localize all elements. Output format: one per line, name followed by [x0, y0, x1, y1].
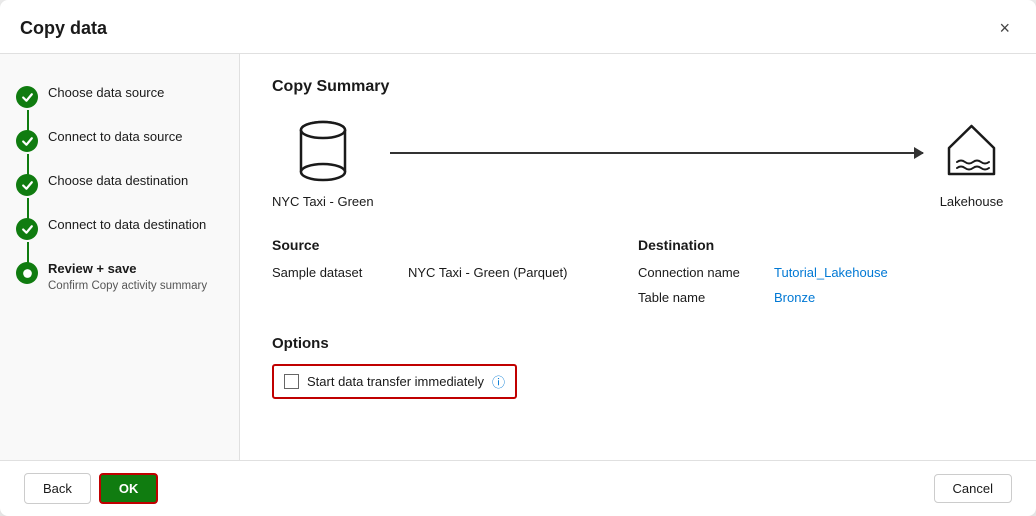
info-circle-icon[interactable]: ⓘ — [492, 372, 505, 391]
source-value-1: NYC Taxi - Green (Parquet) — [408, 265, 567, 280]
step-icon-1 — [16, 86, 38, 108]
step-review-save: Review + save Confirm Copy activity summ… — [0, 250, 239, 302]
start-transfer-checkbox[interactable] — [284, 374, 299, 389]
step-label-4: Connect to data destination — [48, 216, 206, 234]
dialog-body: Choose data source Connect to data sourc… — [0, 54, 1036, 460]
destination-info: Destination Connection name Tutorial_Lak… — [638, 237, 1004, 315]
step-choose-source: Choose data source — [0, 74, 239, 118]
dialog-header: Copy data × — [0, 0, 1036, 54]
source-title: Source — [272, 237, 638, 253]
step-label-1: Choose data source — [48, 84, 164, 102]
dest-value-1: Tutorial_Lakehouse — [774, 265, 888, 280]
destination-title: Destination — [638, 237, 1004, 253]
step-label-3: Choose data destination — [48, 172, 188, 190]
step-label-5: Review + save — [48, 260, 207, 278]
step-content-5: Review + save Confirm Copy activity summ… — [48, 260, 207, 292]
flow-arrow — [374, 152, 939, 154]
main-content: Copy Summary NYC Taxi - Green — [240, 54, 1036, 460]
lakehouse-icon — [939, 116, 1004, 186]
source-field-1: Sample dataset NYC Taxi - Green (Parquet… — [272, 265, 638, 280]
dest-key-2: Table name — [638, 290, 758, 305]
options-title: Options — [272, 335, 1004, 352]
step-icon-2 — [16, 130, 38, 152]
step-connect-destination: Connect to data destination — [0, 206, 239, 250]
dest-value-2: Bronze — [774, 290, 815, 305]
source-key-1: Sample dataset — [272, 265, 392, 280]
flow-dest-label: Lakehouse — [940, 194, 1004, 209]
flow-diagram: NYC Taxi - Green Lakehouse — [272, 116, 1004, 209]
flow-source-label: NYC Taxi - Green — [272, 194, 374, 209]
dest-key-1: Connection name — [638, 265, 758, 280]
dest-field-1: Connection name Tutorial_Lakehouse — [638, 265, 1004, 280]
dest-field-2: Table name Bronze — [638, 290, 1004, 305]
dialog-title: Copy data — [20, 18, 107, 39]
flow-source: NYC Taxi - Green — [272, 116, 374, 209]
step-icon-3 — [16, 174, 38, 196]
ok-button[interactable]: OK — [99, 473, 159, 504]
step-label-2: Connect to data source — [48, 128, 182, 146]
step-choose-destination: Choose data destination — [0, 162, 239, 206]
checkbox-row: Start data transfer immediately ⓘ — [272, 364, 517, 399]
footer-left: Back OK — [24, 473, 158, 504]
source-info: Source Sample dataset NYC Taxi - Green (… — [272, 237, 638, 315]
cancel-button[interactable]: Cancel — [934, 474, 1012, 503]
copy-summary-title: Copy Summary — [272, 78, 1004, 96]
info-row: Source Sample dataset NYC Taxi - Green (… — [272, 237, 1004, 315]
back-button[interactable]: Back — [24, 473, 91, 504]
arrow-line — [390, 152, 923, 154]
step-icon-5 — [16, 262, 38, 284]
close-button[interactable]: × — [993, 16, 1016, 41]
copy-data-dialog: Copy data × Choose data source Connect t… — [0, 0, 1036, 516]
step-icon-4 — [16, 218, 38, 240]
checkbox-label: Start data transfer immediately — [307, 374, 484, 389]
cylinder-icon — [293, 116, 353, 186]
step-connect-source: Connect to data source — [0, 118, 239, 162]
sidebar: Choose data source Connect to data sourc… — [0, 54, 240, 460]
step-sublabel-5: Confirm Copy activity summary — [48, 280, 207, 292]
flow-destination: Lakehouse — [939, 116, 1004, 209]
options-section: Options Start data transfer immediately … — [272, 335, 1004, 399]
dialog-footer: Back OK Cancel — [0, 460, 1036, 516]
